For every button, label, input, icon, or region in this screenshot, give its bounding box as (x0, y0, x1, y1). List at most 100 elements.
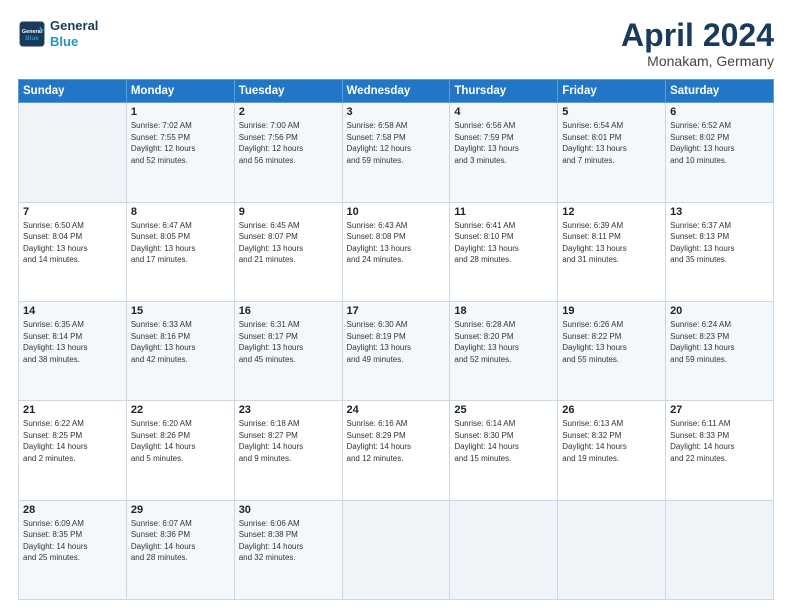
calendar-cell: 29 Sunrise: 6:07 AM Sunset: 8:36 PM Dayli… (126, 500, 234, 599)
day-number: 30 (239, 504, 338, 516)
day-number: 8 (131, 206, 230, 218)
day-info: Sunrise: 6:20 AM Sunset: 8:26 PM Dayligh… (131, 418, 230, 464)
day-info: Sunrise: 7:02 AM Sunset: 7:55 PM Dayligh… (131, 120, 230, 166)
day-number: 12 (562, 206, 661, 218)
logo: General Blue General Blue (18, 18, 98, 49)
day-number: 7 (23, 206, 122, 218)
day-info: Sunrise: 6:52 AM Sunset: 8:02 PM Dayligh… (670, 120, 769, 166)
calendar-cell: 8 Sunrise: 6:47 AM Sunset: 8:05 PM Daylig… (126, 202, 234, 301)
calendar-cell: 19 Sunrise: 6:26 AM Sunset: 8:22 PM Dayli… (558, 301, 666, 400)
calendar-cell: 13 Sunrise: 6:37 AM Sunset: 8:13 PM Dayli… (666, 202, 774, 301)
calendar-cell: 10 Sunrise: 6:43 AM Sunset: 8:08 PM Dayli… (342, 202, 450, 301)
calendar-cell: 1Sunrise: 7:02 AM Sunset: 7:55 PM Daylig… (126, 103, 234, 202)
calendar-cell: 21 Sunrise: 6:22 AM Sunset: 8:25 PM Dayli… (19, 401, 127, 500)
day-number: 5 (562, 106, 661, 118)
day-info: Sunrise: 6:13 AM Sunset: 8:32 PM Dayligh… (562, 418, 661, 464)
day-number: 21 (23, 404, 122, 416)
day-number: 20 (670, 305, 769, 317)
day-number: 29 (131, 504, 230, 516)
weekday-header-row: SundayMondayTuesdayWednesdayThursdayFrid… (19, 80, 774, 103)
calendar-page: General Blue General Blue April 2024 Mon… (0, 0, 792, 612)
day-info: Sunrise: 6:22 AM Sunset: 8:25 PM Dayligh… (23, 418, 122, 464)
calendar-cell: 12 Sunrise: 6:39 AM Sunset: 8:11 PM Dayli… (558, 202, 666, 301)
day-info: Sunrise: 6:26 AM Sunset: 8:22 PM Dayligh… (562, 319, 661, 365)
day-info: Sunrise: 6:35 AM Sunset: 8:14 PM Dayligh… (23, 319, 122, 365)
svg-text:Blue: Blue (25, 35, 39, 42)
calendar-cell (342, 500, 450, 599)
calendar-cell: 27 Sunrise: 6:11 AM Sunset: 8:33 PM Dayli… (666, 401, 774, 500)
day-number: 28 (23, 504, 122, 516)
calendar-table: SundayMondayTuesdayWednesdayThursdayFrid… (18, 79, 774, 600)
day-number: 13 (670, 206, 769, 218)
title-block: April 2024 Monakam, Germany (621, 18, 774, 69)
calendar-cell: 14 Sunrise: 6:35 AM Sunset: 8:14 PM Dayli… (19, 301, 127, 400)
day-info: Sunrise: 6:47 AM Sunset: 8:05 PM Dayligh… (131, 220, 230, 266)
calendar-cell: 18 Sunrise: 6:28 AM Sunset: 8:20 PM Dayli… (450, 301, 558, 400)
day-number: 24 (347, 404, 446, 416)
calendar-cell (450, 500, 558, 599)
weekday-header-sunday: Sunday (19, 80, 127, 103)
day-info: Sunrise: 6:06 AM Sunset: 8:38 PM Dayligh… (239, 518, 338, 564)
calendar-cell: 7Sunrise: 6:50 AM Sunset: 8:04 PM Daylig… (19, 202, 127, 301)
day-number: 17 (347, 305, 446, 317)
weekday-header-friday: Friday (558, 80, 666, 103)
day-number: 16 (239, 305, 338, 317)
day-info: Sunrise: 6:37 AM Sunset: 8:13 PM Dayligh… (670, 220, 769, 266)
logo-blue: Blue (50, 34, 98, 50)
day-info: Sunrise: 6:16 AM Sunset: 8:29 PM Dayligh… (347, 418, 446, 464)
month-title: April 2024 (621, 18, 774, 53)
day-info: Sunrise: 6:39 AM Sunset: 8:11 PM Dayligh… (562, 220, 661, 266)
day-info: Sunrise: 6:41 AM Sunset: 8:10 PM Dayligh… (454, 220, 553, 266)
calendar-cell: 3Sunrise: 6:58 AM Sunset: 7:58 PM Daylig… (342, 103, 450, 202)
day-number: 3 (347, 106, 446, 118)
day-info: Sunrise: 6:28 AM Sunset: 8:20 PM Dayligh… (454, 319, 553, 365)
day-number: 10 (347, 206, 446, 218)
day-number: 11 (454, 206, 553, 218)
day-info: Sunrise: 6:54 AM Sunset: 8:01 PM Dayligh… (562, 120, 661, 166)
day-info: Sunrise: 6:45 AM Sunset: 8:07 PM Dayligh… (239, 220, 338, 266)
day-info: Sunrise: 6:33 AM Sunset: 8:16 PM Dayligh… (131, 319, 230, 365)
day-number: 18 (454, 305, 553, 317)
calendar-cell: 15 Sunrise: 6:33 AM Sunset: 8:16 PM Dayli… (126, 301, 234, 400)
calendar-cell: 20 Sunrise: 6:24 AM Sunset: 8:23 PM Dayli… (666, 301, 774, 400)
calendar-cell: 23Sunrise: 6:18 AM Sunset: 8:27 PM Dayli… (234, 401, 342, 500)
day-info: Sunrise: 6:07 AM Sunset: 8:36 PM Dayligh… (131, 518, 230, 564)
week-row-1: 1Sunrise: 7:02 AM Sunset: 7:55 PM Daylig… (19, 103, 774, 202)
weekday-header-thursday: Thursday (450, 80, 558, 103)
day-number: 26 (562, 404, 661, 416)
calendar-cell (19, 103, 127, 202)
logo-general: General (50, 18, 98, 34)
calendar-cell: 4Sunrise: 6:56 AM Sunset: 7:59 PM Daylig… (450, 103, 558, 202)
weekday-header-monday: Monday (126, 80, 234, 103)
calendar-cell: 25Sunrise: 6:14 AM Sunset: 8:30 PM Dayli… (450, 401, 558, 500)
day-info: Sunrise: 6:43 AM Sunset: 8:08 PM Dayligh… (347, 220, 446, 266)
calendar-cell (558, 500, 666, 599)
day-info: Sunrise: 6:09 AM Sunset: 8:35 PM Dayligh… (23, 518, 122, 564)
day-number: 15 (131, 305, 230, 317)
calendar-cell: 16 Sunrise: 6:31 AM Sunset: 8:17 PM Dayli… (234, 301, 342, 400)
calendar-cell: 5 Sunrise: 6:54 AM Sunset: 8:01 PM Daylig… (558, 103, 666, 202)
svg-text:General: General (22, 29, 43, 35)
week-row-3: 14 Sunrise: 6:35 AM Sunset: 8:14 PM Dayli… (19, 301, 774, 400)
calendar-cell: 9 Sunrise: 6:45 AM Sunset: 8:07 PM Daylig… (234, 202, 342, 301)
day-number: 6 (670, 106, 769, 118)
day-number: 27 (670, 404, 769, 416)
day-number: 2 (239, 106, 338, 118)
calendar-cell: 2Sunrise: 7:00 AM Sunset: 7:56 PM Daylig… (234, 103, 342, 202)
weekday-header-wednesday: Wednesday (342, 80, 450, 103)
day-info: Sunrise: 6:14 AM Sunset: 8:30 PM Dayligh… (454, 418, 553, 464)
week-row-4: 21 Sunrise: 6:22 AM Sunset: 8:25 PM Dayli… (19, 401, 774, 500)
day-info: Sunrise: 6:31 AM Sunset: 8:17 PM Dayligh… (239, 319, 338, 365)
calendar-cell: 6 Sunrise: 6:52 AM Sunset: 8:02 PM Daylig… (666, 103, 774, 202)
day-number: 19 (562, 305, 661, 317)
page-header: General Blue General Blue April 2024 Mon… (18, 18, 774, 69)
calendar-cell: 30 Sunrise: 6:06 AM Sunset: 8:38 PM Dayli… (234, 500, 342, 599)
calendar-cell: 28 Sunrise: 6:09 AM Sunset: 8:35 PM Dayli… (19, 500, 127, 599)
weekday-header-saturday: Saturday (666, 80, 774, 103)
day-info: Sunrise: 6:24 AM Sunset: 8:23 PM Dayligh… (670, 319, 769, 365)
location: Monakam, Germany (621, 53, 774, 69)
day-info: Sunrise: 6:11 AM Sunset: 8:33 PM Dayligh… (670, 418, 769, 464)
day-number: 9 (239, 206, 338, 218)
calendar-cell: 11 Sunrise: 6:41 AM Sunset: 8:10 PM Dayli… (450, 202, 558, 301)
day-number: 14 (23, 305, 122, 317)
